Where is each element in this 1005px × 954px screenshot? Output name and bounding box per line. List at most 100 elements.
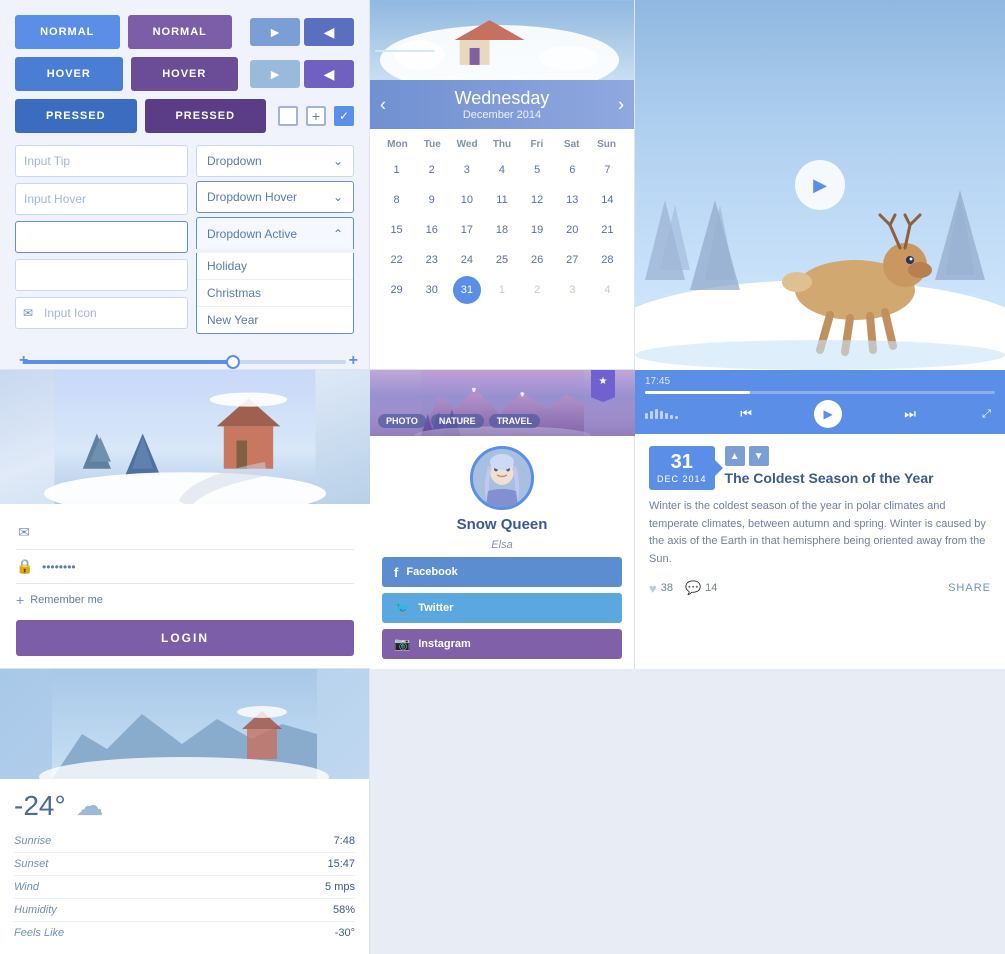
calendar-day[interactable]: 10 (453, 186, 481, 214)
calendar-day[interactable]: 13 (558, 186, 586, 214)
calendar-day[interactable]: 31 (453, 276, 481, 304)
calendar-day[interactable]: 4 (488, 156, 516, 184)
arrow-left-active-button[interactable]: ◀ (304, 18, 354, 46)
temperature-row: -24° ☁ (14, 789, 355, 822)
rewind-button[interactable]: ⏮ (736, 404, 756, 424)
calendar-day[interactable]: 2 (523, 276, 551, 304)
dropdown-default[interactable]: Dropdown ⌄ (196, 145, 354, 177)
calendar-day[interactable]: 11 (488, 186, 516, 214)
login-button[interactable]: LOGIN (16, 620, 354, 656)
normal-blue-button[interactable]: NORMAL (15, 15, 120, 49)
calendar-day[interactable]: 14 (593, 186, 621, 214)
photo-tag-0[interactable]: PHOTO (378, 414, 426, 428)
calendar-day-name: Wednesday (400, 88, 604, 109)
player-progress-bar[interactable] (645, 391, 995, 394)
calendar-day[interactable]: 21 (593, 216, 621, 244)
calendar-day[interactable]: 3 (453, 156, 481, 184)
dropdown-submenu: Holiday Christmas New Year (196, 253, 354, 334)
article-stats: ♥ 38 💬 14 (649, 580, 717, 596)
dropdown-item-christmas[interactable]: Christmas (197, 280, 353, 307)
instagram-button[interactable]: 📷 Instagram (382, 629, 622, 659)
slider-thumb[interactable] (226, 355, 240, 369)
twitter-button[interactable]: 🐦 Twitter (382, 593, 622, 623)
arrow-right-button[interactable]: ► (250, 18, 300, 46)
calendar-day[interactable]: 2 (418, 156, 446, 184)
calendar-day[interactable]: 18 (488, 216, 516, 244)
calendar-day[interactable]: 8 (383, 186, 411, 214)
share-button[interactable]: SHARE (948, 582, 991, 594)
media-player-controls: 17:45 ⏮ ▶ ⏭ ⤢ (635, 370, 1005, 434)
bookmark-icon[interactable]: ★ (591, 370, 615, 402)
input-dropdown-section: Input Active Input Filled ✉ Dropdown ⌄ D… (15, 145, 354, 338)
calendar-next-button[interactable]: › (608, 94, 634, 115)
calendar-day[interactable]: 9 (418, 186, 446, 214)
slider-decrease-button[interactable]: + (19, 352, 28, 370)
calendar-day[interactable]: 23 (418, 246, 446, 274)
weather-panel: -24° ☁ Sunrise 7:48 Sunset 15:47 Wind 5 … (0, 669, 370, 954)
arrow-right-button-2[interactable]: ► (250, 60, 300, 88)
dropdown-active[interactable]: Dropdown Active ⌃ (196, 217, 354, 249)
fast-forward-button[interactable]: ⏭ (900, 404, 920, 424)
calendar-day[interactable]: 7 (593, 156, 621, 184)
play-pause-button[interactable]: ▶ (814, 400, 842, 428)
calendar-day[interactable]: 28 (593, 246, 621, 274)
photo-panel: PHOTO NATURE TRAVEL ★ (370, 370, 635, 436)
slider-increase-button[interactable]: + (349, 352, 358, 370)
video-panel: ▶ (635, 0, 1005, 370)
calendar-day[interactable]: 1 (383, 156, 411, 184)
input-tip[interactable] (15, 145, 188, 177)
dropdown-item-holiday[interactable]: Holiday (197, 253, 353, 280)
calendar-day[interactable]: 25 (488, 246, 516, 274)
checkbox-plus[interactable]: + (306, 106, 326, 126)
calendar-day[interactable]: 1 (488, 276, 516, 304)
calendar-day[interactable]: 20 (558, 216, 586, 244)
hover-purple-button[interactable]: HOVER (131, 57, 239, 91)
arrow-left-button-2[interactable]: ◀ (304, 60, 354, 88)
input-active[interactable]: Input Active (15, 221, 188, 253)
photo-tag-2[interactable]: TRAVEL (489, 414, 540, 428)
input-icon[interactable] (15, 297, 188, 329)
lock-icon: 🔒 (16, 558, 32, 575)
play-button[interactable]: ▶ (795, 160, 845, 210)
article-prev-button[interactable]: ▲ (725, 446, 745, 466)
pressed-purple-button[interactable]: PRESSED (145, 99, 267, 133)
dropdown-hover[interactable]: Dropdown Hover ⌄ (196, 181, 354, 213)
hover-blue-button[interactable]: HOVER (15, 57, 123, 91)
calendar-day[interactable]: 17 (453, 216, 481, 244)
calendar-day[interactable]: 15 (383, 216, 411, 244)
calendar-day[interactable]: 3 (558, 276, 586, 304)
calendar-day[interactable]: 5 (523, 156, 551, 184)
calendar-day[interactable]: 24 (453, 246, 481, 274)
input-hover[interactable] (15, 183, 188, 215)
calendar-day[interactable]: 26 (523, 246, 551, 274)
dropdown-item-newyear[interactable]: New Year (197, 307, 353, 333)
calendar-day[interactable]: 29 (383, 276, 411, 304)
pressed-buttons-row: PRESSED PRESSED + ✓ (15, 99, 354, 133)
password-input[interactable] (42, 560, 354, 574)
weather-row-humidity: Humidity 58% (14, 899, 355, 922)
calendar-day[interactable]: 6 (558, 156, 586, 184)
calendar-prev-button[interactable]: ‹ (370, 94, 396, 115)
normal-purple-button[interactable]: NORMAL (128, 15, 233, 49)
calendar-day[interactable]: 27 (558, 246, 586, 274)
weather-row-feelslike: Feels Like -30° (14, 922, 355, 944)
input-filled[interactable]: Input Filled (15, 259, 188, 291)
calendar-day[interactable]: 19 (523, 216, 551, 244)
calendar-day[interactable]: 30 (418, 276, 446, 304)
calendar-day[interactable]: 12 (523, 186, 551, 214)
arrow-buttons: ► ◀ (250, 18, 354, 46)
article-next-button[interactable]: ▼ (749, 446, 769, 466)
instagram-icon: 📷 (394, 636, 410, 652)
pressed-blue-button[interactable]: PRESSED (15, 99, 137, 133)
facebook-button[interactable]: f Facebook (382, 557, 622, 587)
email-input[interactable]: flexrs@uichest.com (42, 526, 354, 540)
calendar-day[interactable]: 16 (418, 216, 446, 244)
expand-button[interactable]: ⤢ (978, 406, 995, 423)
calendar-day[interactable]: 22 (383, 246, 411, 274)
plus-icon: + (16, 592, 24, 608)
photo-tag-1[interactable]: NATURE (431, 414, 484, 428)
slider-track[interactable]: + + (23, 360, 346, 364)
calendar-day[interactable]: 4 (593, 276, 621, 304)
checkbox-checked[interactable]: ✓ (334, 106, 354, 126)
checkbox-unchecked[interactable] (278, 106, 298, 126)
